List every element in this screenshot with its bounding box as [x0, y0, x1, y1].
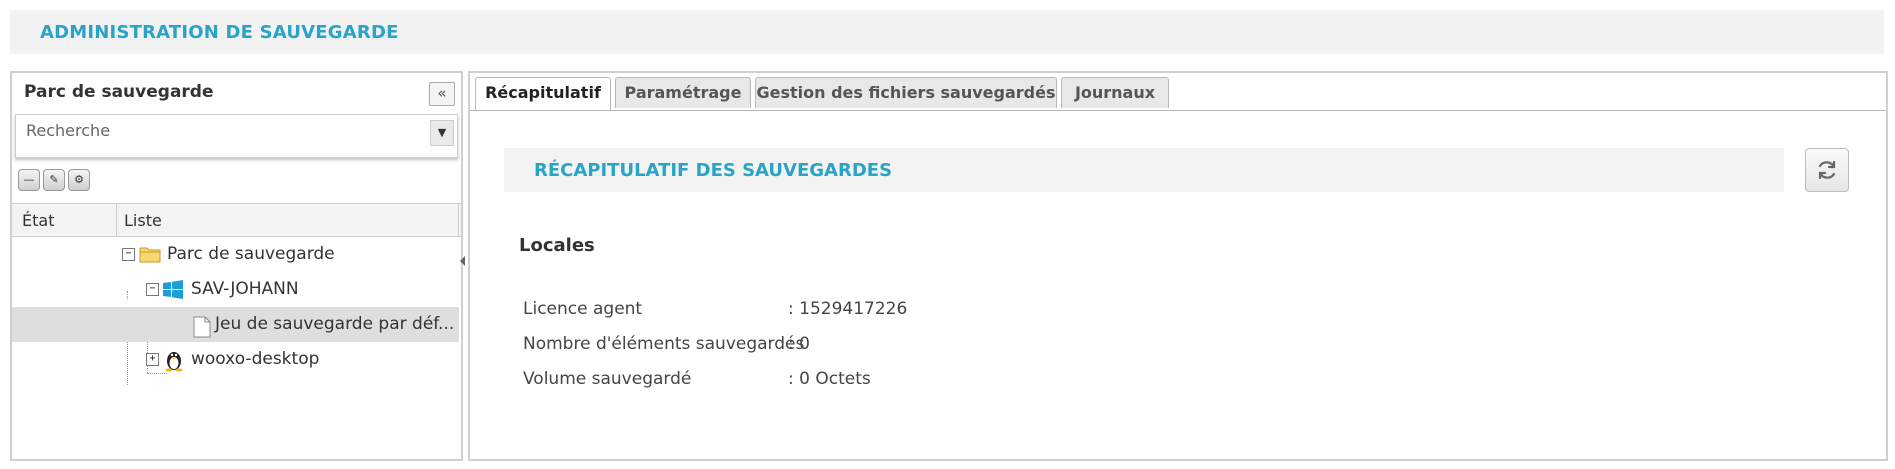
column-etat[interactable]: État	[22, 211, 118, 230]
tab-parametrage[interactable]: Paramétrage	[615, 77, 751, 108]
tree-item-sav-johann[interactable]: − SAV-JOHANN	[12, 272, 459, 307]
collapse-node-icon[interactable]: −	[122, 248, 135, 261]
search-placeholder: Recherche	[26, 121, 111, 140]
panel-splitter-handle[interactable]	[460, 240, 466, 280]
refresh-icon	[1815, 158, 1839, 187]
tree-item-label: Parc de sauvegarde	[167, 244, 335, 264]
sidebar-panel: Parc de sauvegarde « Recherche ▼ — ✎ ⚙ Éta…	[10, 71, 463, 461]
folder-icon	[139, 245, 161, 268]
info-label: Licence agent	[523, 299, 643, 319]
minus-icon[interactable]: —	[18, 169, 40, 191]
sidebar-title: Parc de sauvegarde	[24, 82, 214, 102]
refresh-button[interactable]	[1805, 148, 1849, 192]
info-label: Volume sauvegardé	[523, 369, 692, 389]
column-divider	[458, 204, 459, 236]
tree-item-jeu-de-sauvegarde[interactable]: Jeu de sauvegarde par déf...	[12, 307, 459, 342]
info-value: : 1529417226	[788, 299, 908, 319]
info-value: : 0 Octets	[788, 369, 871, 389]
search-select[interactable]: Recherche ▼	[15, 114, 458, 158]
settings-icon[interactable]: ⚙	[68, 169, 90, 191]
column-liste[interactable]: Liste	[124, 211, 162, 230]
page-title: ADMINISTRATION DE SAUVEGARDE	[40, 22, 399, 43]
tree-item-label: SAV-JOHANN	[191, 279, 299, 299]
collapse-node-icon[interactable]: −	[146, 283, 159, 296]
tab-gestion-fichiers[interactable]: Gestion des fichiers sauvegardés	[755, 77, 1057, 108]
windows-icon	[162, 279, 184, 306]
section-header: RÉCAPITULATIF DES SAUVEGARDES	[504, 148, 1784, 192]
subsection-title: Locales	[519, 235, 595, 256]
linux-icon	[164, 348, 184, 377]
tree-item-parc[interactable]: − Parc de sauvegarde	[12, 237, 459, 272]
section-title: RÉCAPITULATIF DES SAUVEGARDES	[534, 160, 893, 181]
tree-toolbar: — ✎ ⚙	[18, 169, 93, 193]
tree-item-label: wooxo-desktop	[191, 349, 320, 369]
tab-recapitulatif[interactable]: Récapitulatif	[475, 77, 611, 111]
collapse-sidebar-button[interactable]: «	[429, 82, 455, 106]
tab-divider	[470, 110, 1886, 111]
header-bar: ADMINISTRATION DE SAUVEGARDE	[10, 10, 1884, 54]
sidebar-header: Parc de sauvegarde «	[14, 77, 459, 107]
edit-icon[interactable]: ✎	[43, 169, 65, 191]
tree-column-header: État Liste	[12, 203, 461, 237]
document-icon	[193, 316, 211, 343]
main-panel: Récapitulatif Paramétrage Gestion des fi…	[468, 71, 1888, 461]
info-label: Nombre d'éléments sauvegardés	[523, 334, 805, 354]
info-value: : 0	[788, 334, 810, 354]
tab-journaux[interactable]: Journaux	[1061, 77, 1169, 108]
chevron-down-icon[interactable]: ▼	[430, 120, 454, 146]
column-divider	[116, 204, 117, 236]
tree-item-label: Jeu de sauvegarde par déf...	[215, 314, 455, 334]
tree-item-wooxo-desktop[interactable]: + wooxo-desktop	[12, 342, 459, 377]
expand-node-icon[interactable]: +	[146, 353, 159, 366]
